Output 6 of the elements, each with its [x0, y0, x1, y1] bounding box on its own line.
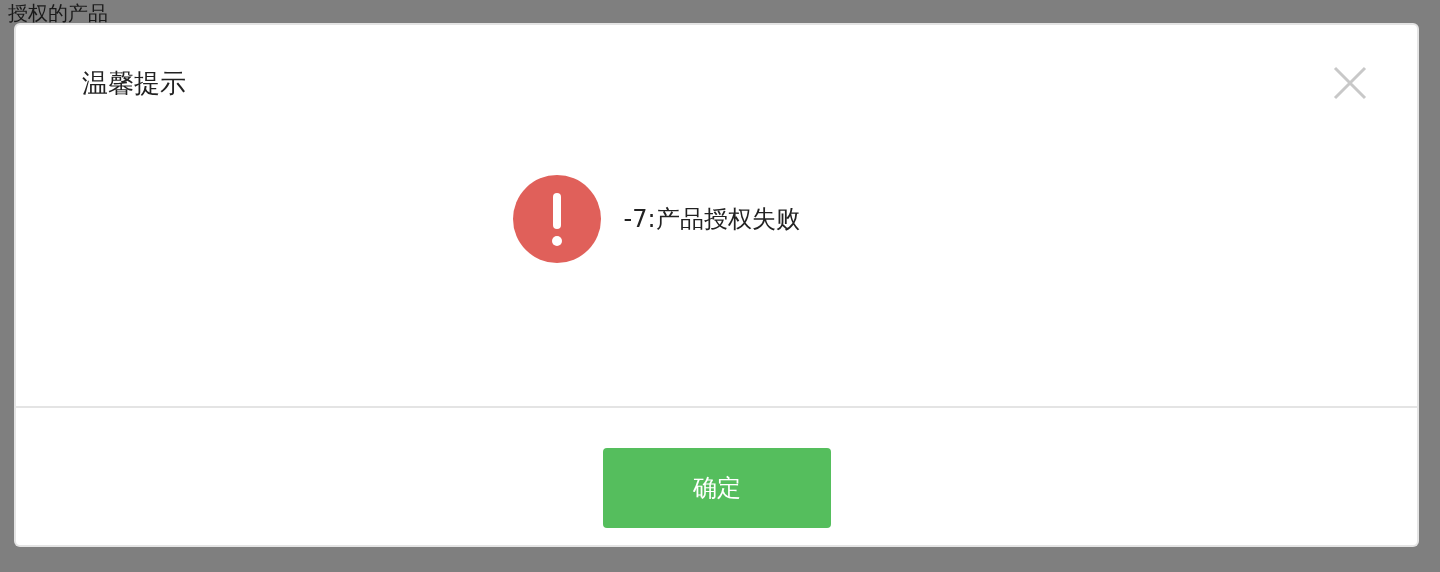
close-icon[interactable]: [1333, 66, 1367, 100]
confirm-button[interactable]: 确定: [602, 448, 831, 528]
dialog-message: -7:产品授权失败: [623, 204, 800, 235]
dialog-title: 温馨提示: [82, 66, 186, 100]
exclamation-icon: [513, 175, 602, 263]
page-title: 授权的产品: [8, 1, 108, 25]
